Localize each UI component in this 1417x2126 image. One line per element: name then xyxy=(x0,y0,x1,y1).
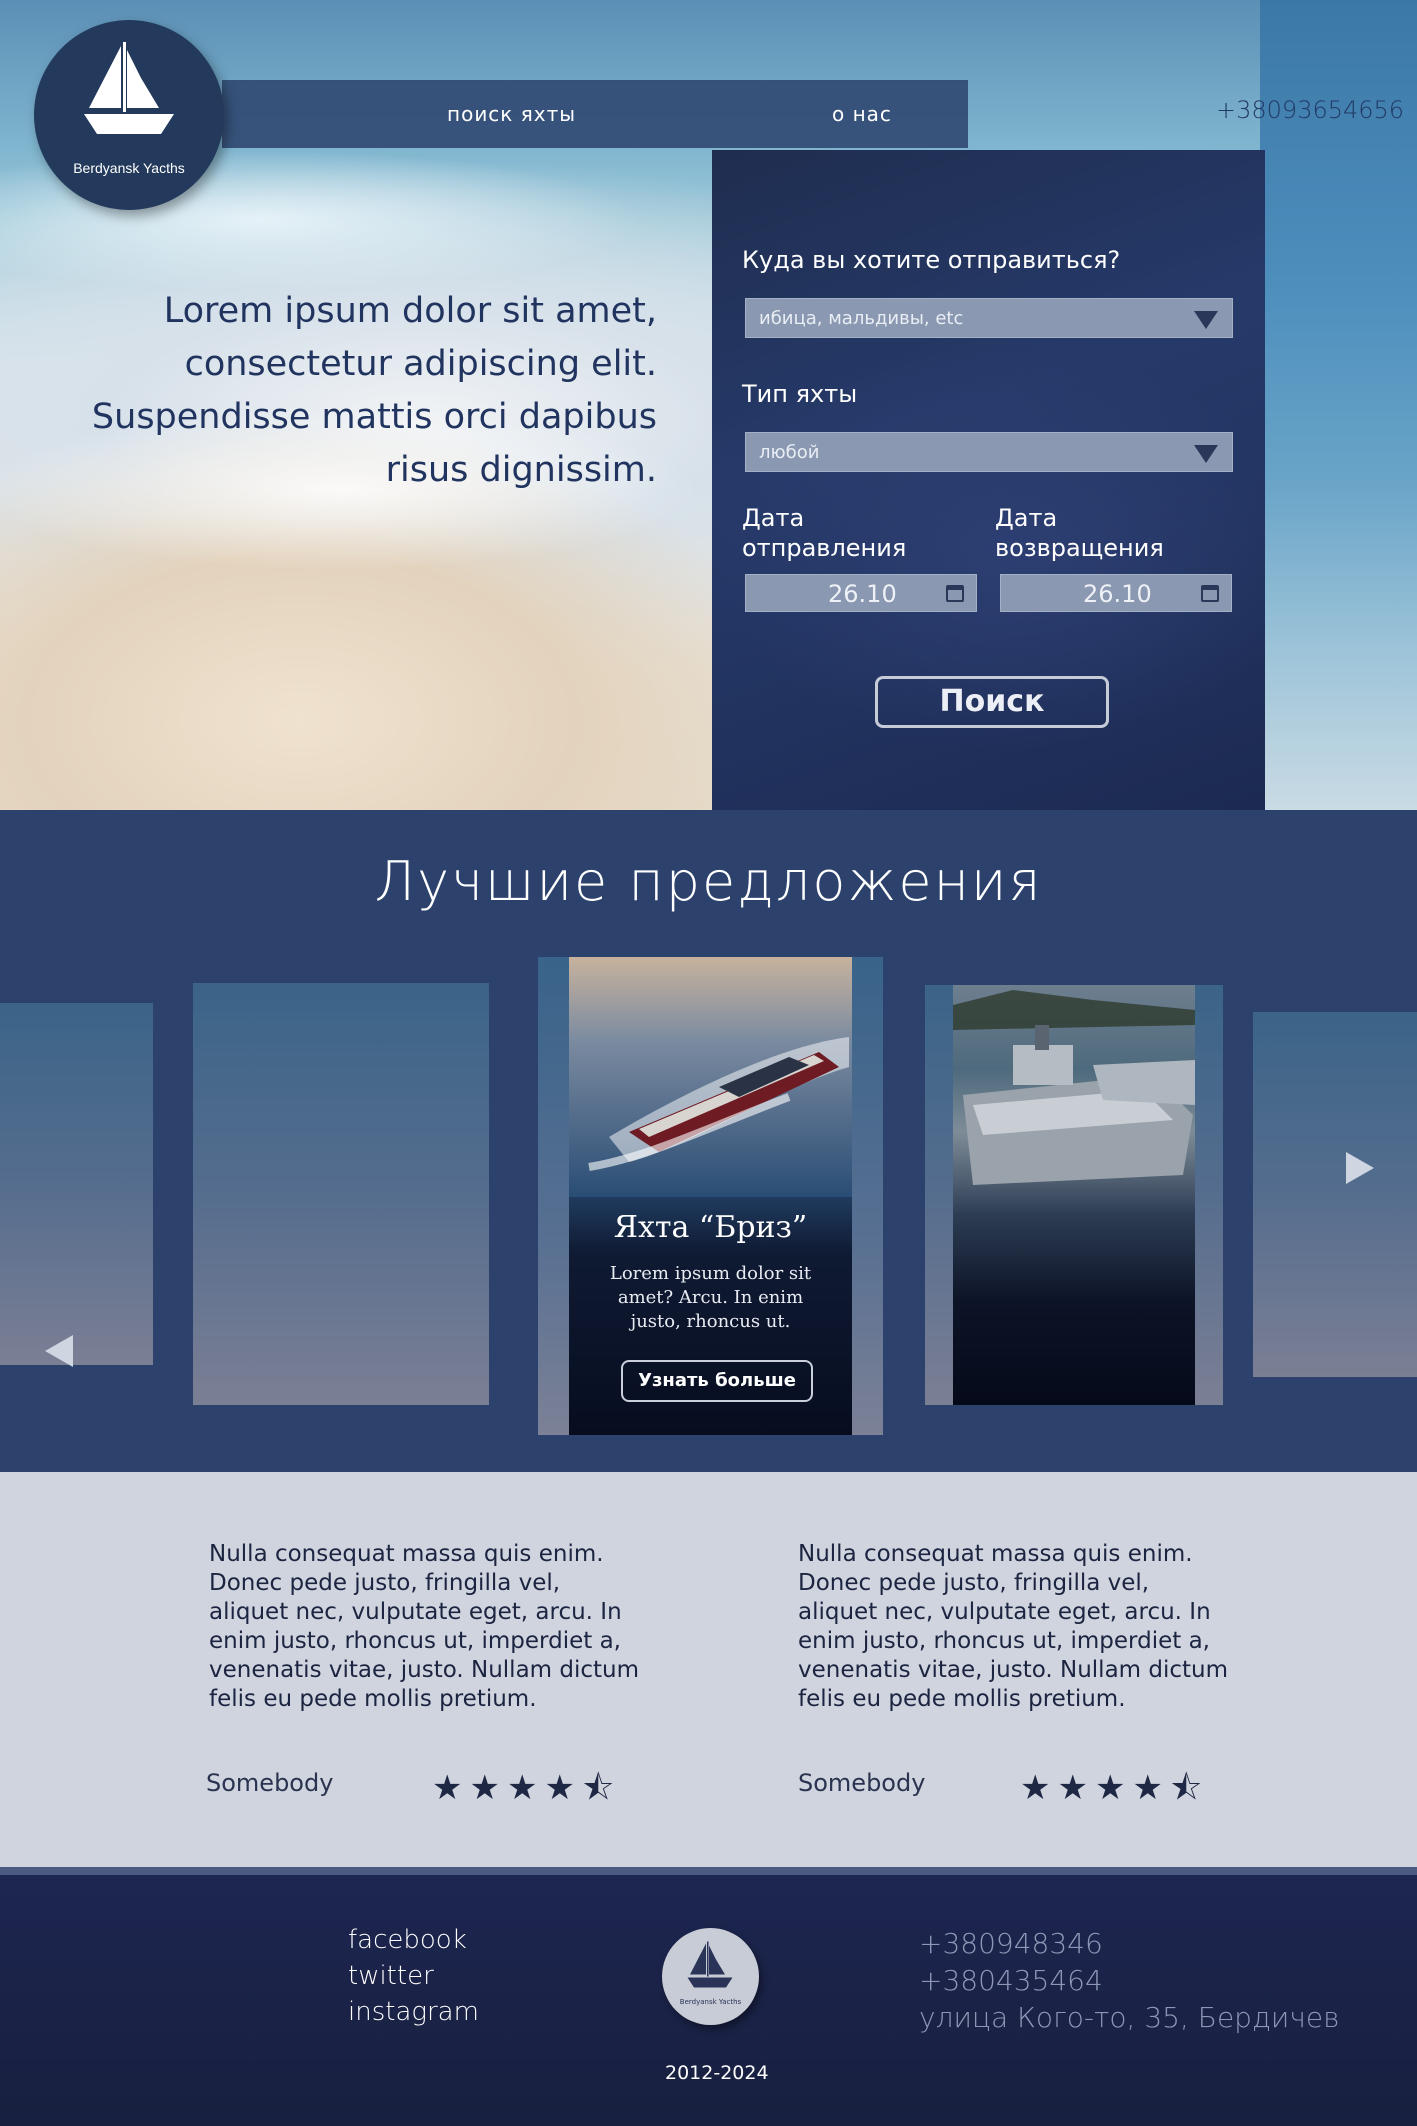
yacht-search-form: Куда вы хотите отправиться? ибица, мальд… xyxy=(712,150,1265,810)
return-date-label: Дата возвращения xyxy=(995,504,1164,562)
offer-description: Lorem ipsum dolor sit amet? Arcu. In eni… xyxy=(609,1263,812,1332)
sailboat-icon xyxy=(84,42,174,134)
dropdown-arrow-icon xyxy=(1194,311,1218,329)
section-title: Лучшие предложения xyxy=(374,850,1043,913)
brand-logo[interactable]: Berdyansk Yacths xyxy=(34,20,224,210)
top-navigation: поиск яхты о нас xyxy=(222,80,968,148)
footer-logo-text: Berdyansk Yacths xyxy=(679,1998,742,2006)
dropdown-arrow-icon xyxy=(1194,445,1218,463)
logo-text: Berdyansk Yacths xyxy=(73,160,185,176)
sailboat-icon xyxy=(687,1941,733,1988)
review-text: Nulla consequat massa quis enim. Donec p… xyxy=(798,1541,1229,1712)
return-date-value: 26.10 xyxy=(1083,580,1152,608)
review-author: Somebody xyxy=(206,1769,334,1797)
star-icon: ★ xyxy=(1020,1768,1058,1808)
rating-stars: ★★★★⯪ xyxy=(432,1764,621,1821)
offer-card[interactable] xyxy=(1253,1012,1417,1377)
carousel-prev-arrow-icon[interactable] xyxy=(45,1335,73,1367)
departure-date-value: 26.10 xyxy=(828,580,897,608)
rating-stars: ★★★★⯪ xyxy=(1020,1764,1209,1821)
offer-card[interactable] xyxy=(193,983,489,1405)
star-icon: ★ xyxy=(506,1768,545,1808)
review-text: Nulla consequat massa quis enim. Donec p… xyxy=(209,1541,640,1712)
footer-address: улица Кого-то, 35, Бердичев xyxy=(919,2001,1340,2034)
carousel-next-arrow-icon[interactable] xyxy=(1346,1152,1374,1184)
footer-logo[interactable]: Berdyansk Yacths xyxy=(662,1928,759,2025)
social-link-instagram[interactable]: instagram xyxy=(348,1997,479,2027)
search-button[interactable]: Поиск xyxy=(875,676,1109,728)
half-star-icon: ⯪ xyxy=(1169,1768,1210,1808)
social-link-facebook[interactable]: facebook xyxy=(348,1925,467,1955)
hero-headline: Lorem ipsum dolor sit amet, consectetur … xyxy=(91,291,657,490)
star-icon: ★ xyxy=(1057,1768,1095,1808)
offer-card[interactable] xyxy=(0,1003,153,1367)
copyright-years: 2012-2024 xyxy=(665,2062,769,2084)
departure-date-label: Дата отправления xyxy=(742,504,907,562)
hero-section: поиск яхты о нас Berdyansk Yacths +38093… xyxy=(0,0,1417,810)
offer-title: Яхта “Бриз” xyxy=(613,1210,808,1245)
star-icon: ★ xyxy=(1094,1768,1133,1808)
destination-label: Куда вы хотите отправиться? xyxy=(742,246,1121,274)
star-icon: ★ xyxy=(469,1768,507,1808)
star-icon: ★ xyxy=(1132,1768,1170,1808)
half-star-icon: ⯪ xyxy=(581,1768,622,1808)
site-footer: facebook twitter instagram Berdyansk Yac… xyxy=(0,1867,1417,2126)
yacht-type-label: Тип яхты xyxy=(742,380,858,408)
featured-offer-card[interactable]: Яхта “Бриз” Lorem ipsum dolor sit amet? … xyxy=(569,957,852,1435)
footer-phone[interactable]: +380948346 xyxy=(919,1927,1103,1960)
offer-card[interactable] xyxy=(953,985,1195,1405)
yacht-photo xyxy=(953,990,1195,1185)
review-author: Somebody xyxy=(798,1769,926,1797)
star-icon: ★ xyxy=(544,1768,582,1808)
departure-date-input[interactable]: 26.10 xyxy=(745,574,977,612)
nav-link-search[interactable]: поиск яхты xyxy=(447,102,576,126)
learn-more-button[interactable]: Узнать больше xyxy=(621,1360,813,1402)
star-icon: ★ xyxy=(432,1768,470,1808)
reviews-section: Nulla consequat massa quis enim. Donec p… xyxy=(0,1472,1417,1867)
yacht-photo xyxy=(569,957,852,1197)
return-date-input[interactable]: 26.10 xyxy=(1000,574,1232,612)
yacht-type-select[interactable]: любой xyxy=(745,432,1233,472)
destination-value: ибица, мальдивы, etc xyxy=(759,308,964,329)
calendar-icon[interactable] xyxy=(946,585,964,602)
calendar-icon[interactable] xyxy=(1201,585,1219,602)
header-phone[interactable]: +38093654656 xyxy=(1216,96,1404,124)
nav-link-about[interactable]: о нас xyxy=(832,102,892,126)
destination-select[interactable]: ибица, мальдивы, etc xyxy=(745,298,1233,338)
yacht-type-value: любой xyxy=(759,442,820,463)
footer-phone[interactable]: +380435464 xyxy=(919,1964,1103,1997)
social-link-twitter[interactable]: twitter xyxy=(348,1961,434,1991)
best-offers-section: Лучшие предложения Яхта “Бриз” Lorem ips… xyxy=(0,810,1417,1472)
